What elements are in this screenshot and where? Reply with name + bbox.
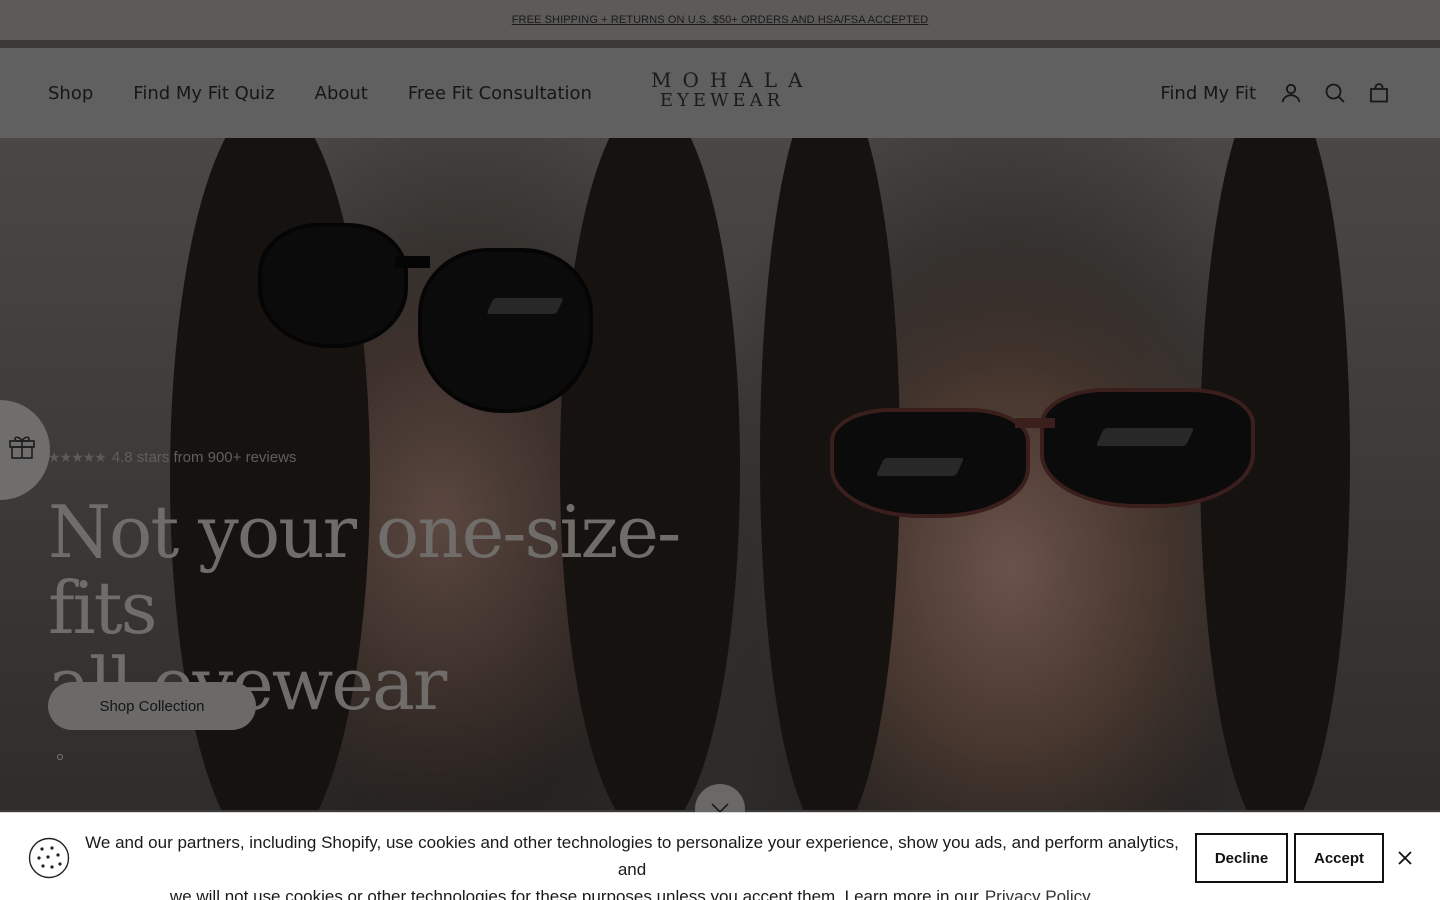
rating-summary: ★★★★★ 4.8 stars from 900+ reviews <box>48 449 296 466</box>
cookie-message: We and our partners, including Shopify, … <box>82 829 1182 900</box>
close-icon <box>1398 850 1412 865</box>
nav-shop[interactable]: Shop <box>48 83 93 104</box>
gift-icon <box>9 436 35 459</box>
lens-reflection <box>875 458 965 476</box>
lens-reflection <box>1095 428 1195 446</box>
decline-button[interactable]: Decline <box>1195 833 1288 883</box>
logo-line-1: MOHALA <box>651 68 814 92</box>
announcement-link[interactable]: FREE SHIPPING + RETURNS ON U.S. $50+ ORD… <box>512 14 929 26</box>
brand-logo[interactable]: MOHALA EYEWEAR <box>640 68 814 111</box>
lens-reflection <box>486 298 564 314</box>
logo-line-2: EYEWEAR <box>659 90 785 111</box>
cookie-message-line-1: We and our partners, including Shopify, … <box>85 833 1179 879</box>
shop-collection-button[interactable]: Shop Collection <box>48 682 256 730</box>
cookie-banner: We and our partners, including Shopify, … <box>0 812 1440 900</box>
site-header: Shop Find My Fit Quiz About Free Fit Con… <box>0 48 1440 138</box>
rating-stars: ★★★★★ <box>48 449 107 466</box>
nav-free-fit-consultation[interactable]: Free Fit Consultation <box>408 83 592 104</box>
sunglasses-bridge <box>395 256 430 268</box>
find-my-fit-link[interactable]: Find My Fit <box>1160 83 1256 104</box>
accept-button[interactable]: Accept <box>1294 833 1384 883</box>
headline-line-1: Not your one-size-fits <box>48 490 681 650</box>
slide-indicator[interactable] <box>57 754 63 760</box>
sunglasses-bridge <box>1015 418 1055 428</box>
sunglasses-lens <box>1040 388 1255 508</box>
bag-icon[interactable] <box>1366 80 1392 106</box>
nav-find-my-fit-quiz[interactable]: Find My Fit Quiz <box>133 83 274 104</box>
sunglasses-lens <box>258 223 408 348</box>
cookie-message-line-2: we will not use cookies or other technol… <box>169 887 979 900</box>
close-banner-button[interactable] <box>1396 850 1414 868</box>
cookie-icon <box>28 837 70 879</box>
account-icon[interactable] <box>1278 80 1304 106</box>
search-icon[interactable] <box>1322 80 1348 106</box>
privacy-policy-link[interactable]: Privacy Policy. <box>985 887 1094 900</box>
sunglasses-lens <box>418 248 593 413</box>
rating-text: 4.8 stars from 900+ reviews <box>111 449 297 466</box>
announcement-bar: FREE SHIPPING + RETURNS ON U.S. $50+ ORD… <box>0 0 1440 40</box>
primary-nav: Shop Find My Fit Quiz About Free Fit Con… <box>48 48 592 138</box>
utility-nav: Find My Fit <box>1160 48 1392 138</box>
nav-about[interactable]: About <box>315 83 368 104</box>
